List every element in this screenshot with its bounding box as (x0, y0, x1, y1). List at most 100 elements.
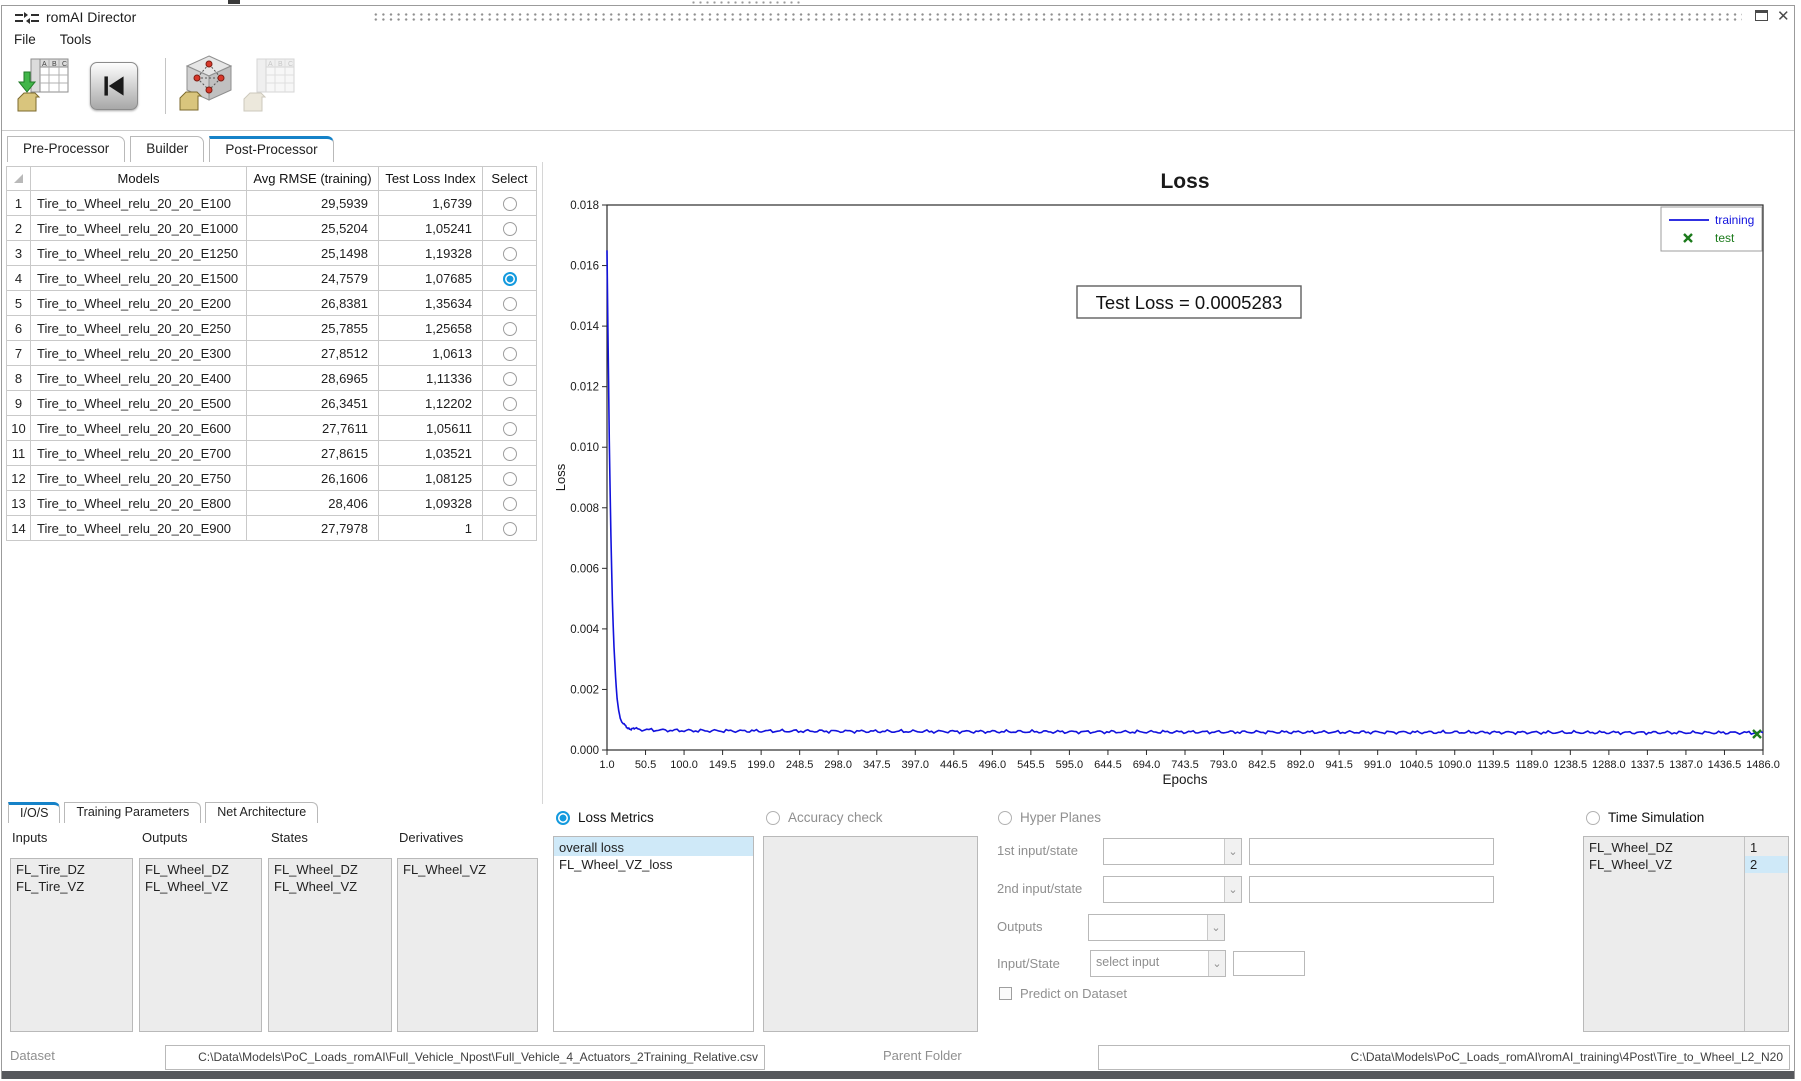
signal-name[interactable]: FL_Wheel_VZ (1584, 856, 1744, 873)
titlebar-drag-handle[interactable] (372, 12, 1742, 22)
predict-on-dataset-checkbox[interactable] (999, 987, 1012, 1000)
signal-item[interactable]: FL_Wheel_DZ (269, 859, 391, 878)
derivatives-list[interactable]: FL_Wheel_VZ (397, 858, 538, 1032)
main-tab[interactable]: Post-Processor (209, 136, 333, 162)
details-tab[interactable]: I/O/S (8, 802, 60, 823)
svg-text:1288.0: 1288.0 (1592, 759, 1626, 771)
svg-text:545.5: 545.5 (1017, 759, 1045, 771)
accuracy-check-radio[interactable] (766, 811, 780, 825)
states-list[interactable]: FL_Wheel_DZFL_Wheel_VZ (268, 858, 392, 1032)
loss-metrics-list[interactable]: overall lossFL_Wheel_VZ_loss (553, 836, 754, 1032)
signal-item[interactable]: FL_Wheel_VZ (140, 878, 261, 895)
input-state-combo[interactable]: select input ⌄ (1090, 950, 1226, 977)
model-select-radio[interactable] (503, 247, 517, 261)
outputs-combo[interactable]: ⌄ (1088, 914, 1225, 941)
model-select-radio[interactable] (503, 197, 517, 211)
first-input-state-field[interactable] (1249, 838, 1494, 865)
signal-item[interactable]: FL_Tire_DZ (11, 859, 132, 878)
model-name-cell[interactable]: Tire_to_Wheel_relu_20_20_E600 (31, 416, 247, 441)
model-select-radio[interactable] (503, 397, 517, 411)
models-column-header[interactable]: Models (31, 167, 247, 191)
model-select-radio[interactable] (503, 372, 517, 386)
dataset-path-field[interactable]: C:\Data\Models\PoC_Loads_romAI\Full_Vehi… (165, 1045, 765, 1070)
second-input-state-field[interactable] (1249, 876, 1494, 903)
signal-item[interactable]: FL_Wheel_VZ (269, 878, 391, 895)
loss-metric-item[interactable]: FL_Wheel_VZ_loss (554, 856, 753, 873)
main-tab-bar: Pre-ProcessorBuilderPost-Processor (7, 136, 339, 162)
main-tab[interactable]: Builder (130, 136, 204, 162)
model-name-cell[interactable]: Tire_to_Wheel_relu_20_20_E750 (31, 466, 247, 491)
parent-folder-path-field[interactable]: C:\Data\Models\PoC_Loads_romAI\romAI_tra… (1098, 1045, 1790, 1070)
model-name-cell[interactable]: Tire_to_Wheel_relu_20_20_E1000 (31, 216, 247, 241)
model-select-radio[interactable] (503, 497, 517, 511)
predict-on-dataset-label: Predict on Dataset (1020, 986, 1127, 1001)
details-tab[interactable]: Training Parameters (64, 802, 201, 823)
export-table-button-disabled[interactable]: ABC (242, 56, 298, 116)
app-logo-icon (14, 10, 40, 31)
load-model-button[interactable] (178, 54, 236, 116)
rmse-cell: 27,7978 (247, 516, 379, 541)
chevron-down-icon[interactable]: ⌄ (1224, 839, 1241, 864)
select-column-header[interactable]: Select (483, 167, 537, 191)
open-dataset-button[interactable]: ABC (16, 56, 72, 116)
second-input-state-combo[interactable]: ⌄ (1103, 876, 1242, 903)
outputs-list[interactable]: FL_Wheel_DZFL_Wheel_VZ (139, 858, 262, 1032)
time-sim-row: FL_Wheel_DZ1 (1584, 837, 1788, 856)
signal-name[interactable]: FL_Wheel_DZ (1584, 839, 1744, 856)
model-select-radio[interactable] (503, 472, 517, 486)
model-name-cell[interactable]: Tire_to_Wheel_relu_20_20_E500 (31, 391, 247, 416)
svg-text:694.0: 694.0 (1133, 759, 1161, 771)
loss-index-column-header[interactable]: Test Loss Index (379, 167, 483, 191)
model-name-cell[interactable]: Tire_to_Wheel_relu_20_20_E100 (31, 191, 247, 216)
close-button[interactable]: ✕ (1777, 9, 1790, 24)
model-name-cell[interactable]: Tire_to_Wheel_relu_20_20_E400 (31, 366, 247, 391)
back-button[interactable] (90, 62, 138, 110)
signal-item[interactable]: FL_Wheel_VZ (398, 859, 537, 878)
menu-item[interactable]: File (14, 32, 36, 47)
table-row: 11Tire_to_Wheel_relu_20_20_E70027,86151,… (7, 441, 537, 466)
main-tab[interactable]: Pre-Processor (7, 136, 125, 162)
loss-metric-item[interactable]: overall loss (554, 837, 753, 856)
model-name-cell[interactable]: Tire_to_Wheel_relu_20_20_E1250 (31, 241, 247, 266)
model-select-radio[interactable] (503, 297, 517, 311)
rmse-column-header[interactable]: Avg RMSE (training) (247, 167, 379, 191)
model-select-radio[interactable] (503, 272, 517, 286)
accuracy-check-list[interactable] (763, 836, 978, 1032)
first-input-state-combo[interactable]: ⌄ (1103, 838, 1242, 865)
model-name-cell[interactable]: Tire_to_Wheel_relu_20_20_E800 (31, 491, 247, 516)
model-name-cell[interactable]: Tire_to_Wheel_relu_20_20_E250 (31, 316, 247, 341)
table-corner[interactable] (7, 167, 31, 191)
model-name-cell[interactable]: Tire_to_Wheel_relu_20_20_E200 (31, 291, 247, 316)
chevron-down-icon[interactable]: ⌄ (1207, 915, 1224, 940)
model-name-cell[interactable]: Tire_to_Wheel_relu_20_20_E700 (31, 441, 247, 466)
loss-metrics-radio[interactable] (556, 811, 570, 825)
signal-order[interactable]: 1 (1744, 839, 1788, 856)
model-select-radio[interactable] (503, 422, 517, 436)
model-name-cell[interactable]: Tire_to_Wheel_relu_20_20_E900 (31, 516, 247, 541)
model-name-cell[interactable]: Tire_to_Wheel_relu_20_20_E300 (31, 341, 247, 366)
skip-back-icon (94, 66, 134, 106)
chevron-down-icon[interactable]: ⌄ (1224, 877, 1241, 902)
maximize-button[interactable] (1755, 10, 1768, 21)
model-select-radio[interactable] (503, 347, 517, 361)
menu-item[interactable]: Tools (60, 32, 92, 47)
model-select-radio[interactable] (503, 222, 517, 236)
time-simulation-radio[interactable] (1586, 811, 1600, 825)
details-tab[interactable]: Net Architecture (205, 802, 318, 823)
signal-item[interactable]: FL_Wheel_DZ (140, 859, 261, 878)
input-state-value-field[interactable] (1233, 951, 1305, 976)
signal-item[interactable]: FL_Tire_VZ (11, 878, 132, 895)
model-select-radio[interactable] (503, 522, 517, 536)
hyper-planes-radio[interactable] (998, 811, 1012, 825)
table-row: 2Tire_to_Wheel_relu_20_20_E100025,52041,… (7, 216, 537, 241)
select-cell (483, 216, 537, 241)
dataset-label: Dataset (10, 1048, 55, 1063)
model-select-radio[interactable] (503, 447, 517, 461)
svg-text:A: A (268, 61, 273, 68)
chevron-down-icon[interactable]: ⌄ (1208, 951, 1225, 976)
time-simulation-list[interactable]: FL_Wheel_DZ1FL_Wheel_VZ2 (1583, 836, 1789, 1032)
signal-order[interactable]: 2 (1744, 856, 1788, 873)
inputs-list[interactable]: FL_Tire_DZFL_Tire_VZ (10, 858, 133, 1032)
model-select-radio[interactable] (503, 322, 517, 336)
model-name-cell[interactable]: Tire_to_Wheel_relu_20_20_E1500 (31, 266, 247, 291)
